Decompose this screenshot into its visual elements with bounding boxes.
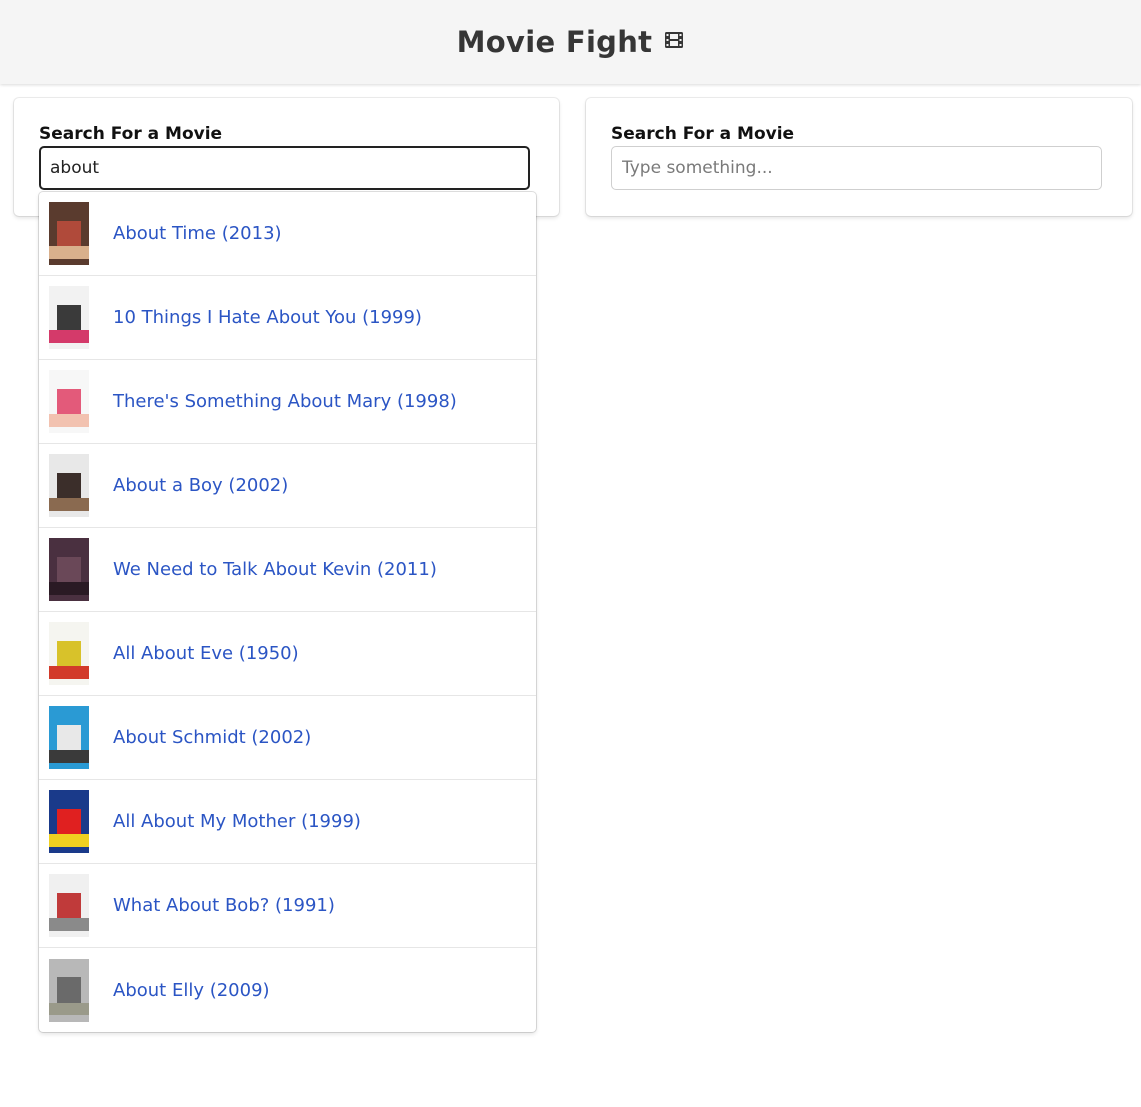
result-title[interactable]: About a Boy (2002)	[113, 475, 288, 496]
result-title[interactable]: All About My Mother (1999)	[113, 811, 361, 832]
result-item[interactable]: About Schmidt (2002)	[39, 696, 536, 780]
result-item[interactable]: All About Eve (1950)	[39, 612, 536, 696]
result-item[interactable]: There's Something About Mary (1998)	[39, 360, 536, 444]
movie-poster	[49, 958, 89, 1022]
movie-poster	[49, 202, 89, 265]
left-search-input[interactable]	[39, 146, 530, 190]
result-title[interactable]: About Schmidt (2002)	[113, 727, 311, 748]
result-title[interactable]: 10 Things I Hate About You (1999)	[113, 307, 422, 328]
result-item[interactable]: About Elly (2009)	[39, 948, 536, 1032]
result-title[interactable]: About Time (2013)	[113, 223, 282, 244]
app-header: Movie Fight	[0, 0, 1141, 84]
movie-poster	[49, 706, 89, 769]
left-search-label: Search For a Movie	[39, 124, 223, 144]
app-title: Movie Fight	[456, 25, 653, 59]
movie-poster	[49, 790, 89, 853]
movie-poster	[49, 538, 89, 601]
result-title[interactable]: About Elly (2009)	[113, 980, 270, 1001]
result-item[interactable]: About Time (2013)	[39, 192, 536, 276]
result-item[interactable]: We Need to Talk About Kevin (2011)	[39, 528, 536, 612]
result-title[interactable]: We Need to Talk About Kevin (2011)	[113, 559, 437, 580]
movie-poster	[49, 286, 89, 349]
result-item[interactable]: About a Boy (2002)	[39, 444, 536, 528]
movie-poster	[49, 370, 89, 433]
right-search-panel: Search For a Movie	[586, 98, 1132, 216]
movie-poster	[49, 622, 89, 685]
result-item[interactable]: 10 Things I Hate About You (1999)	[39, 276, 536, 360]
movie-poster	[49, 874, 89, 937]
right-search-input[interactable]	[611, 146, 1102, 190]
result-item[interactable]: What About Bob? (1991)	[39, 864, 536, 948]
result-item[interactable]: All About My Mother (1999)	[39, 780, 536, 864]
result-title[interactable]: There's Something About Mary (1998)	[113, 391, 457, 412]
film-icon	[664, 30, 684, 50]
result-title[interactable]: What About Bob? (1991)	[113, 895, 335, 916]
result-title[interactable]: All About Eve (1950)	[113, 643, 299, 664]
search-results-dropdown: About Time (2013) 10 Things I Hate About …	[39, 192, 536, 1032]
movie-poster	[49, 454, 89, 517]
right-search-label: Search For a Movie	[611, 124, 795, 144]
